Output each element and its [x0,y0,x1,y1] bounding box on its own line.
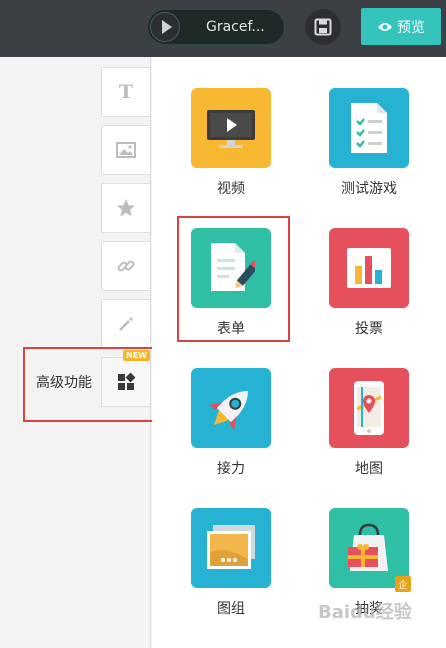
video-component[interactable]: 视频 [176,88,286,198]
save-icon [314,18,332,36]
quiz-game-label: 测试游戏 [341,181,397,197]
monitor-play-icon [207,110,255,148]
gallery-label: 图组 [217,601,245,617]
highlight-box-advanced [23,347,163,422]
text-icon: T [118,81,134,103]
magic-wand-icon [119,316,134,331]
relay-tile [191,368,271,448]
gallery-component[interactable]: 图组 [176,508,286,618]
baidu-watermark: Baidu经验 [318,602,412,623]
rocket-icon [208,391,248,431]
vote-tile [329,228,409,308]
gallery-tile [191,508,271,588]
vote-component[interactable]: 投票 [314,228,424,338]
map-phone-icon [354,381,384,435]
top-toolbar: Gracef... 预览 [0,0,446,57]
relay-component[interactable]: 接力 [176,368,286,478]
relay-label: 接力 [217,461,245,477]
checklist-icon [351,103,387,153]
image-icon [116,142,136,158]
save-button[interactable] [305,9,341,45]
map-tile [329,368,409,448]
link-tool-button[interactable] [101,241,151,291]
gift-bag-icon [348,523,388,571]
shape-tool-button[interactable] [101,183,151,233]
video-tile [191,88,271,168]
music-player[interactable]: Gracef... [147,9,285,45]
effect-tool-button[interactable] [101,299,151,349]
video-label: 视频 [217,181,245,197]
map-component[interactable]: 地图 [314,368,424,478]
link-icon [117,260,135,272]
vote-label: 投票 [355,321,383,337]
play-button[interactable] [150,12,180,42]
image-gallery-icon [207,525,255,569]
map-label: 地图 [355,461,383,477]
highlight-box-form [177,216,290,342]
bar-chart-icon [347,248,391,288]
preview-button[interactable]: 预览 [361,8,441,45]
preview-label: 预览 [397,19,425,36]
music-title: Gracef... [206,19,265,35]
text-tool-button[interactable]: T [101,67,151,117]
image-tool-button[interactable] [101,125,151,175]
quiz-game-tile [329,88,409,168]
star-icon [117,199,135,217]
quiz-game-component[interactable]: 测试游戏 [314,88,424,198]
play-icon [161,20,172,34]
lottery-tile: 企 [329,508,411,592]
enterprise-badge: 企 [395,576,411,592]
eye-icon [378,22,392,31]
